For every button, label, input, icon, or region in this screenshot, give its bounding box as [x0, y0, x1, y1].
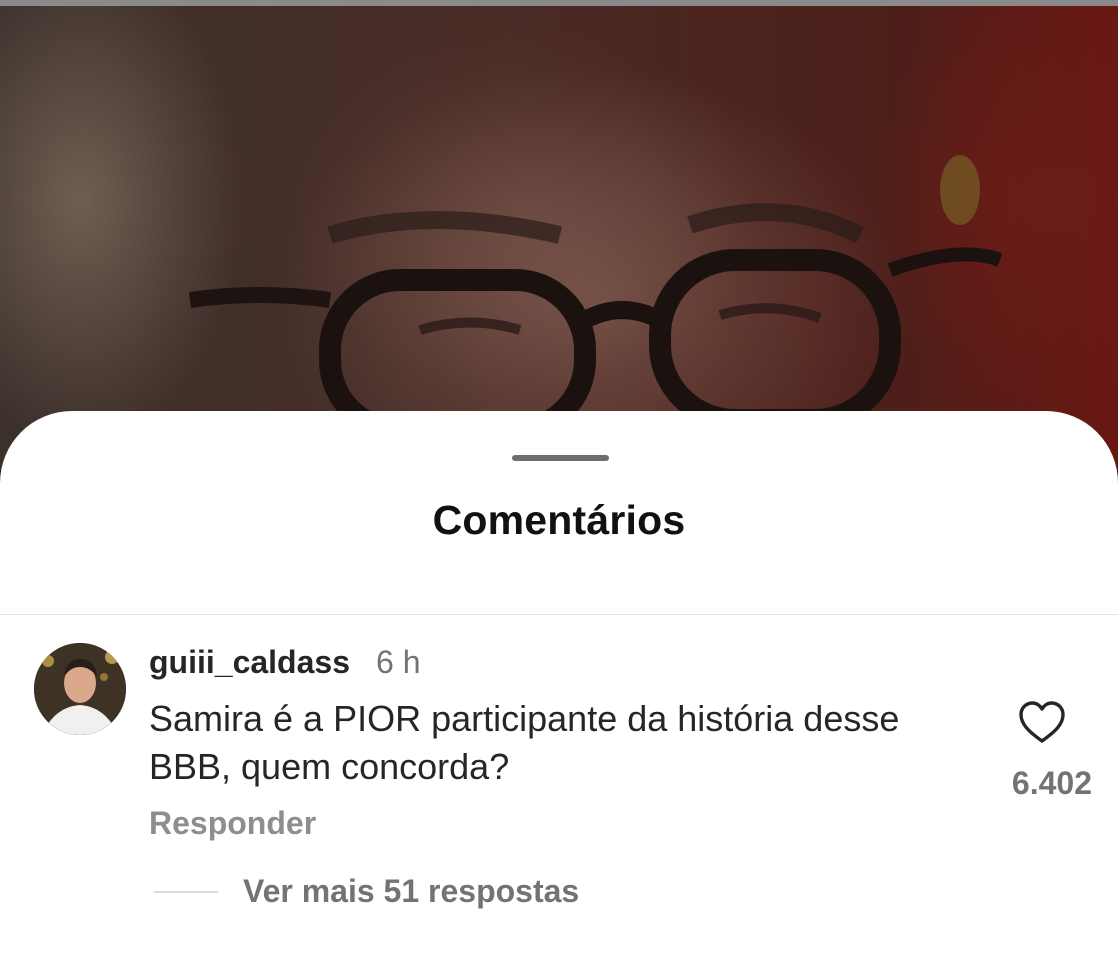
comments-sheet: Comentários guiii_caldass 6 h Samira é a…: [0, 411, 1118, 957]
heart-outline-icon[interactable]: [1018, 700, 1066, 744]
comment-timestamp: 6 h: [376, 644, 421, 680]
avatar-image: [34, 643, 126, 735]
replies-line: [154, 891, 218, 893]
avatar[interactable]: [34, 643, 126, 735]
header-divider: [0, 614, 1118, 615]
reply-button[interactable]: Responder: [149, 805, 316, 842]
drag-handle[interactable]: [512, 455, 609, 461]
video-background[interactable]: [0, 0, 1118, 470]
video-frame-image: [188, 70, 1003, 470]
comment-username[interactable]: guiii_caldass: [149, 644, 350, 681]
sheet-title: Comentários: [432, 497, 686, 543]
comment-text: Samira é a PIOR participante da história…: [149, 698, 900, 787]
like-count: 6.402: [1011, 765, 1092, 801]
view-replies-button[interactable]: Ver mais 51 respostas: [243, 873, 579, 910]
